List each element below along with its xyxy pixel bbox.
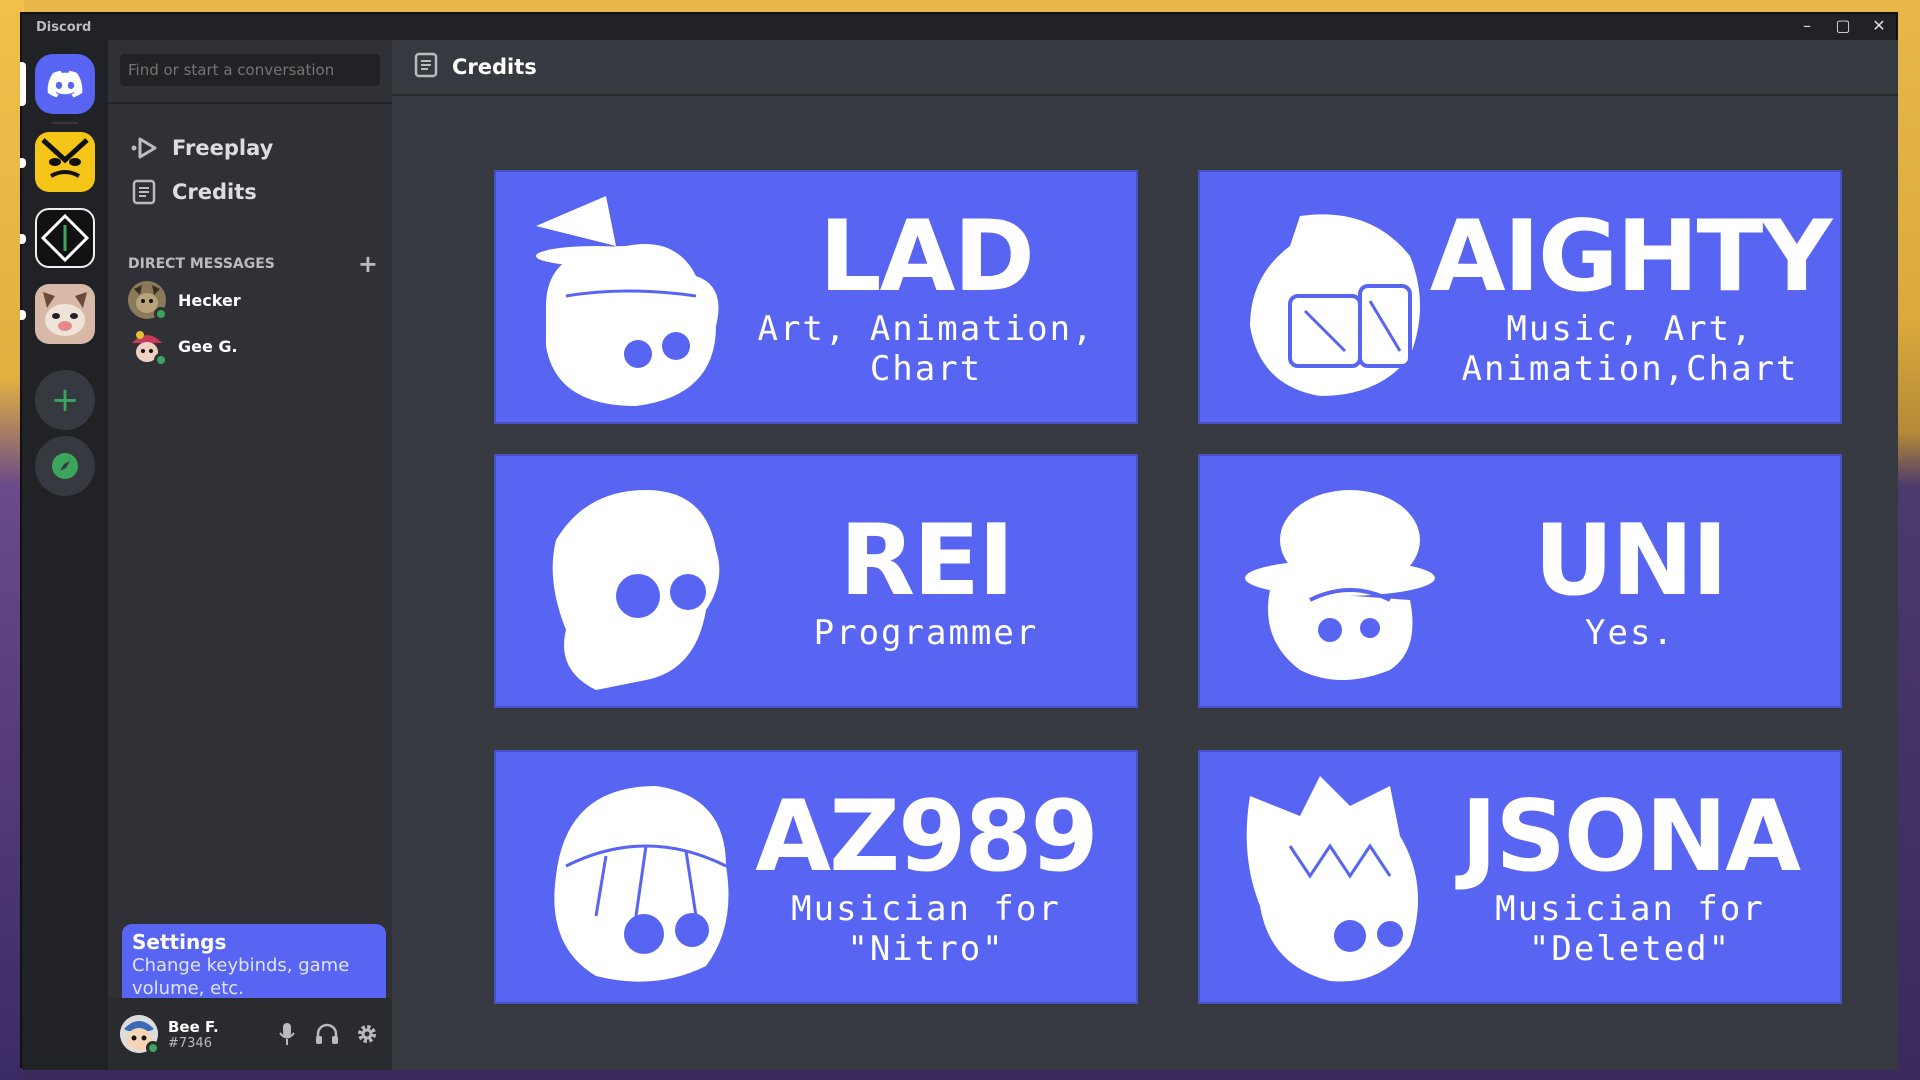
server-diamond[interactable]: [35, 208, 95, 268]
headphones-icon: [316, 1023, 338, 1044]
credit-info: JSONA Musician for "Deleted": [1440, 752, 1820, 1002]
main-content: Credits LAD Art, Animation, Chart AIGHTY…: [392, 40, 1898, 1070]
discord-logo-icon: [47, 70, 83, 98]
tooltip-title: Settings: [132, 930, 227, 954]
credit-card-jsona[interactable]: JSONA Musician for "Deleted": [1198, 750, 1842, 1004]
avatar: [128, 327, 168, 367]
app-window: Discord – ▢ ✕ + Find or start a conversa…: [20, 12, 1898, 1070]
diamond-icon: [40, 213, 90, 263]
add-server-button[interactable]: +: [35, 370, 95, 430]
credit-role: Art, Animation, Chart: [757, 309, 1095, 389]
credit-info: AZ989 Musician for "Nitro": [736, 752, 1116, 1002]
credit-card-rei[interactable]: REI Programmer: [494, 454, 1138, 708]
avatar: [128, 281, 168, 321]
microphone-button[interactable]: [274, 1021, 300, 1047]
credit-info: UNI Yes.: [1440, 456, 1820, 706]
title-bar: Discord – ▢ ✕: [22, 14, 1896, 40]
user-panel: Bee F. #7346: [108, 998, 392, 1070]
credit-card-lad[interactable]: LAD Art, Animation, Chart: [494, 170, 1138, 424]
dm-header: DIRECT MESSAGES +: [128, 250, 378, 278]
nav-item-freeplay[interactable]: Freeplay: [120, 126, 380, 170]
credit-name: JSONA: [1460, 780, 1801, 894]
online-status-icon: [154, 353, 168, 367]
server-cat[interactable]: [35, 284, 95, 344]
channel-sidebar: Freeplay Credits DIRECT MESSAGES +: [108, 40, 392, 1070]
settings-button[interactable]: [354, 1021, 380, 1047]
credit-card-az989[interactable]: AZ989 Musician for "Nitro": [494, 750, 1138, 1004]
user-tag: #7346: [168, 1035, 212, 1051]
credit-info: REI Programmer: [736, 456, 1116, 706]
credit-role: Music, Art, Animation,Chart: [1461, 309, 1799, 389]
credit-name: LAD: [819, 200, 1035, 314]
microphone-icon: [279, 1023, 295, 1045]
window-controls: – ▢ ✕: [1798, 16, 1888, 35]
dm-item-hecker[interactable]: Hecker: [128, 278, 378, 322]
compass-icon: [52, 453, 78, 479]
unread-indicator: [20, 158, 26, 168]
credit-name: UNI: [1533, 504, 1728, 618]
dm-name: Gee G.: [178, 336, 238, 356]
play-icon: [130, 134, 158, 162]
unread-indicator: [20, 234, 26, 244]
aighty-character-icon: [1250, 214, 1420, 396]
credit-info: LAD Art, Animation, Chart: [736, 172, 1116, 422]
maximize-button[interactable]: ▢: [1834, 16, 1852, 35]
server-rail: +: [20, 40, 108, 1070]
cat-face-icon: [37, 286, 93, 342]
online-status-icon: [146, 1041, 160, 1055]
online-status-icon: [154, 307, 168, 321]
credit-info: AIGHTY Music, Art, Animation,Chart: [1430, 172, 1833, 422]
nav-item-label: Credits: [172, 180, 257, 204]
avatar[interactable]: [120, 1015, 160, 1055]
document-icon: [414, 52, 438, 83]
dm-item-gee-g[interactable]: Gee G.: [128, 324, 378, 368]
create-dm-button[interactable]: +: [358, 250, 378, 278]
nav-item-label: Freeplay: [172, 136, 274, 160]
dm-header-label: DIRECT MESSAGES: [128, 256, 275, 272]
divider: [108, 102, 392, 104]
credit-role: Programmer: [813, 613, 1039, 653]
rail-separator: [52, 122, 78, 124]
uni-character-icon: [1245, 490, 1435, 680]
credit-role: Yes.: [1585, 613, 1675, 653]
explore-servers-button[interactable]: [35, 436, 95, 496]
close-button[interactable]: ✕: [1870, 16, 1888, 35]
credit-card-aighty[interactable]: AIGHTY Music, Art, Animation,Chart: [1198, 170, 1842, 424]
unread-indicator: [20, 310, 26, 320]
credit-role: Musician for "Nitro": [791, 889, 1061, 969]
dm-name: Hecker: [178, 290, 241, 310]
lad-character-icon: [536, 196, 719, 406]
angry-face-icon: [37, 134, 93, 190]
tooltip-description: Change keybinds, game volume, etc.: [132, 955, 350, 999]
username: Bee F.: [168, 1017, 219, 1036]
channel-header: Credits: [392, 40, 1898, 96]
gear-icon: [358, 1025, 376, 1043]
plus-icon: +: [50, 380, 80, 420]
az989-character-icon: [554, 786, 729, 982]
server-angry-face[interactable]: [35, 132, 95, 192]
credit-name: AZ989: [755, 780, 1098, 894]
headphones-button[interactable]: [314, 1021, 340, 1047]
nav-item-credits[interactable]: Credits: [120, 170, 380, 214]
selected-server-indicator: [20, 62, 26, 106]
credit-name: REI: [839, 504, 1015, 618]
user-controls: [274, 1021, 380, 1047]
minimize-button[interactable]: –: [1798, 16, 1816, 35]
credit-name: AIGHTY: [1429, 200, 1833, 314]
credit-card-uni[interactable]: UNI Yes.: [1198, 454, 1842, 708]
jsona-character-icon: [1246, 776, 1418, 982]
app-title: Discord: [36, 19, 92, 35]
credit-role: Musician for "Deleted": [1495, 889, 1765, 969]
rei-character-icon: [552, 490, 720, 690]
user-meta: Bee F. #7346: [168, 1018, 219, 1051]
document-icon: [130, 178, 158, 206]
search-input[interactable]: [120, 54, 380, 86]
page-title: Credits: [452, 55, 537, 79]
server-home[interactable]: [35, 54, 95, 114]
